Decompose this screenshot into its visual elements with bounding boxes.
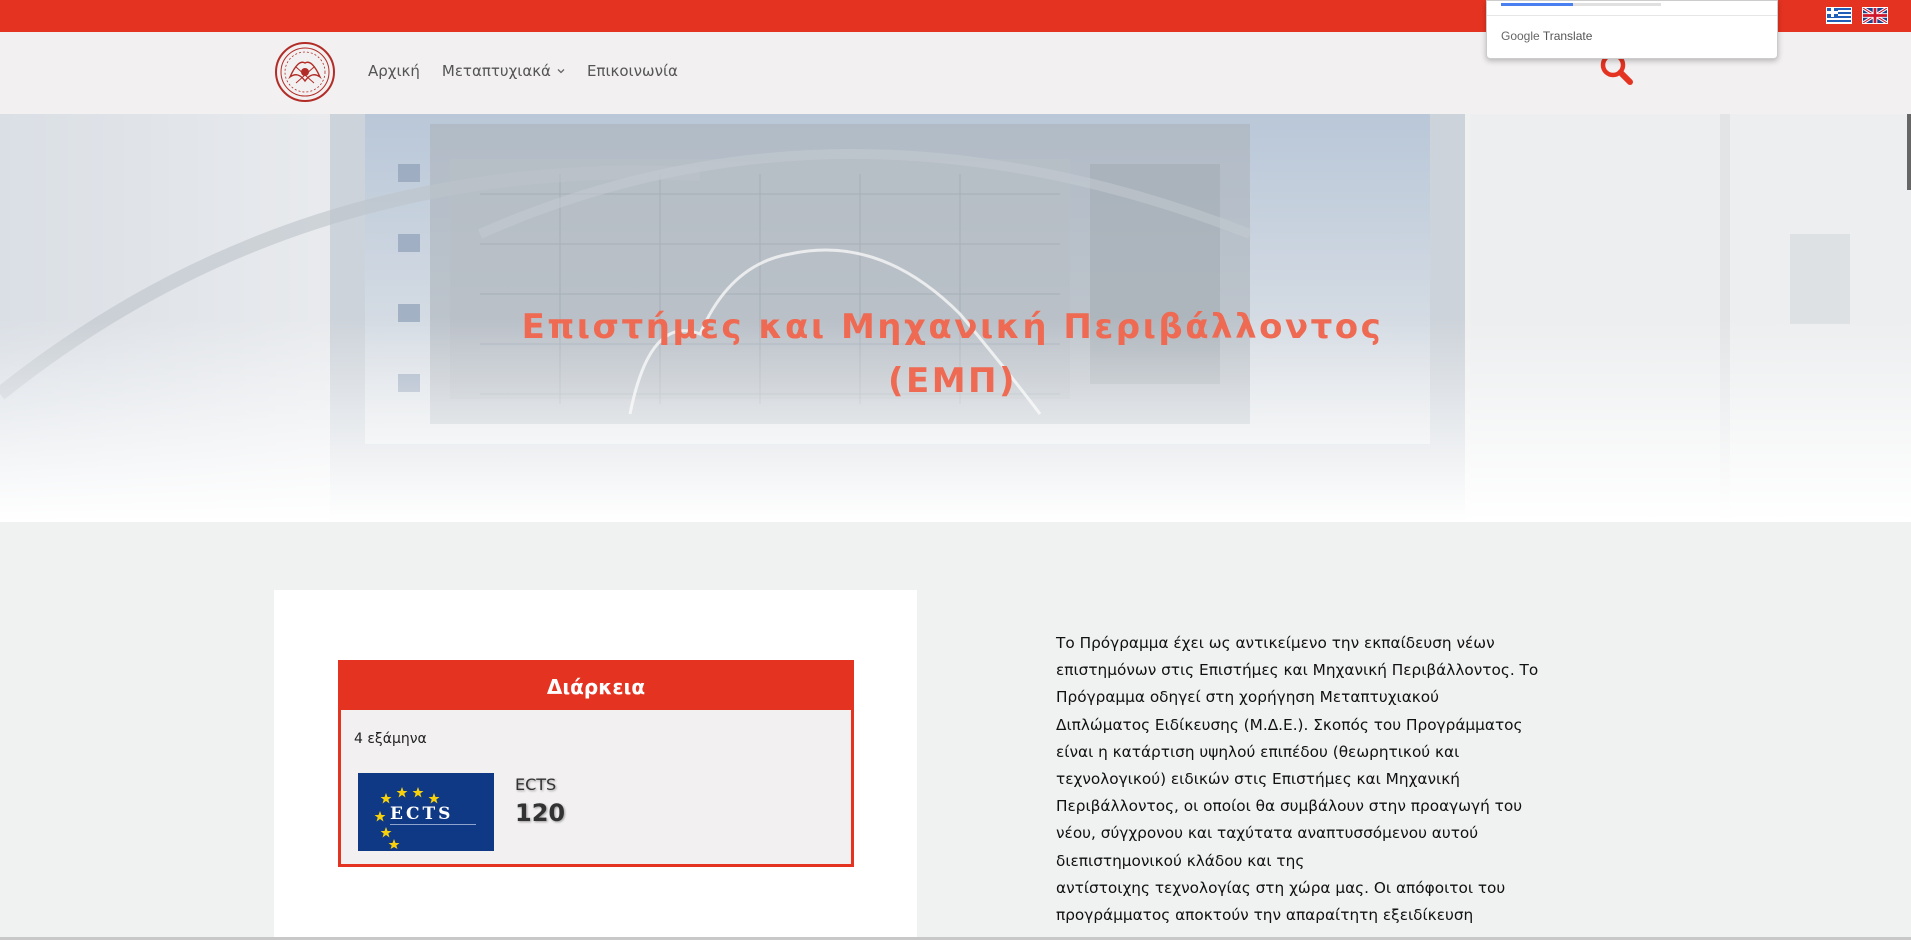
nav-item-label: Επικοινωνία [586,62,678,80]
page-title-line-1: Επιστήμες και Μηχανική Περιβάλλοντος [521,307,1384,347]
ects-logo-text: ECTS [390,804,453,824]
divider [1487,15,1777,16]
scrollbar-thumb[interactable] [1907,114,1911,190]
translate-progress-bar [1501,3,1661,6]
nav-item-postgraduate[interactable]: Μεταπτυχιακά [442,62,565,80]
uk-flag-icon[interactable] [1862,7,1888,24]
duration-value: 4 εξάμηνα [354,731,427,747]
description-line: Περιβάλλοντος, οι οποίοι θα συμβάλουν στ… [1056,797,1523,816]
description-line: διεπιστημονικού κλάδου και της [1056,851,1305,870]
description-line: αντίστοιχης τεχνολογίας στη χώρα μας. Οι… [1056,878,1506,897]
duration-box: Διάρκεια 4 εξάμηνα ECTS ECTS 120 [338,660,854,867]
description-line: Το Πρόγραμμα έχει ως αντικείμενο την εκπ… [1056,634,1495,652]
nav-item-home[interactable]: Αρχική [368,62,420,80]
description-line: Διπλώματος Ειδίκευσης (Μ.Δ.Ε.). Σκοπός τ… [1056,715,1523,734]
google-brand: Google [1501,29,1540,43]
info-card: Διάρκεια 4 εξάμηνα ECTS ECTS 120 [274,590,917,940]
duration-heading: Διάρκεια [341,663,851,710]
description-line: είναι η κατάρτιση υψηλού επιπέδου (θεωρη… [1056,742,1460,761]
description-line: επιστημόνων στις Επιστήμες και Μηχανική … [1056,661,1539,680]
nav-item-label: Αρχική [368,62,420,80]
google-translate-label: Google Translate [1501,29,1592,43]
page-title-line-2: (ΕΜΠ) [887,361,1018,401]
chevron-down-icon [557,69,565,74]
ects-value: 120 [515,799,566,827]
university-seal-logo[interactable] [274,41,336,103]
description-line: προγράμματος αποκτούν την απαραίτητη εξε… [1056,906,1474,925]
ects-label: ECTS [515,775,557,794]
ects-logo: ECTS [358,773,494,851]
translate-text: Translate [1542,29,1593,43]
hero-banner: Επιστήμες και Μηχανική Περιβάλλοντος (ΕΜ… [0,114,1911,522]
nav-item-contact[interactable]: Επικοινωνία [587,62,678,80]
description-line: νέου, σύγχρονου και ταχύτατα αναπτυσσόμε… [1056,824,1479,843]
description-line: τεχνολογικού) ειδικών στις Επιστήμες και… [1056,770,1460,789]
nav-item-label: Μεταπτυχιακά [441,62,551,80]
main-nav: Αρχική Μεταπτυχιακά Επικοινωνία [368,62,678,80]
program-description: Το Πρόγραμμα έχει ως αντικείμενο την εκπ… [1056,630,1586,929]
translate-progress-fill [1501,3,1573,6]
greek-flag-icon[interactable] [1826,7,1852,24]
description-line: Πρόγραμμα οδηγεί στη χορήγηση Μεταπτυχια… [1056,688,1440,707]
page-title: Επιστήμες και Μηχανική Περιβάλλοντος (ΕΜ… [480,300,1425,408]
google-translate-popup[interactable]: Google Translate [1486,0,1778,59]
